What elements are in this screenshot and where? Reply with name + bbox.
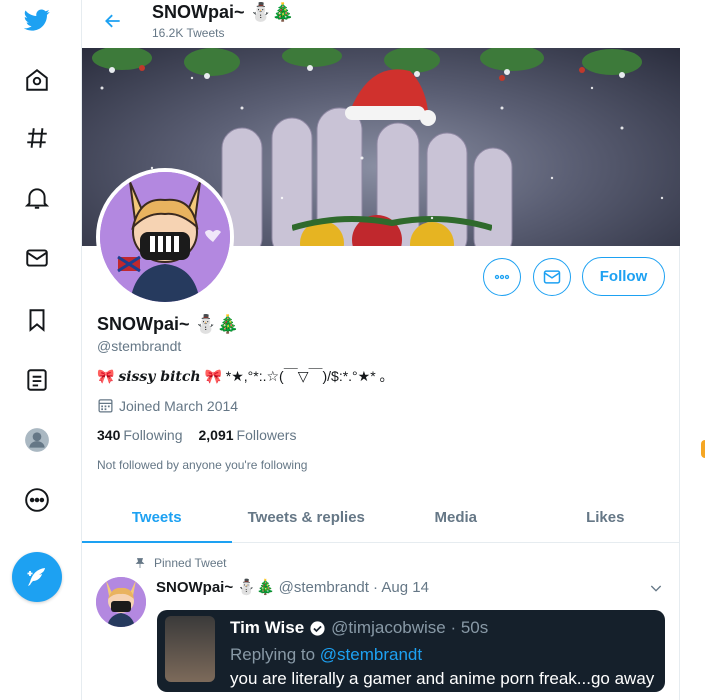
tweet-author-handle-date[interactable]: @stembrandt · Aug 14 — [279, 579, 429, 596]
followers-count: 2,091 — [198, 427, 234, 443]
home-icon[interactable] — [17, 60, 57, 100]
left-nav-rail — [0, 0, 82, 700]
tab-tweets[interactable]: Tweets — [82, 493, 232, 543]
replying-to-handle: @stembrandt — [319, 645, 423, 664]
bio-suffix: 🎀 *★,°*:.☆(￣▽￣)/$:*.°★* 。 — [200, 368, 394, 384]
profile-avatar[interactable] — [96, 168, 234, 306]
profile-main-column: SNOWpai~ ⛄🎄 16.2K Tweets Follow SNOWpai~… — [82, 0, 680, 700]
envelope-icon — [543, 270, 561, 284]
following-count: 340 — [97, 427, 121, 443]
ellipsis-icon — [494, 274, 510, 280]
joined-date-text: Joined March 2014 — [119, 397, 239, 414]
profile-tabs: Tweets Tweets & replies Media Likes — [82, 493, 680, 543]
quoted-author-handle-time: @timjacobwise · 50s — [331, 618, 489, 637]
avatar-illustration — [100, 172, 230, 302]
following-label: Following — [123, 427, 183, 443]
follow-button[interactable]: Follow — [582, 257, 665, 296]
joined-date: Joined March 2014 — [97, 397, 238, 414]
verified-badge-icon — [310, 620, 325, 636]
followers-link[interactable]: 2,091 Followers — [199, 427, 297, 443]
notifications-bell-icon[interactable] — [17, 178, 57, 218]
back-arrow-icon — [105, 14, 120, 28]
bio-fancy-text: sissy bitch — [118, 369, 201, 385]
pinned-tweet-label: Pinned Tweet — [134, 556, 227, 570]
header-tweet-count: 16.2K Tweets — [152, 26, 225, 40]
compose-feather-icon — [27, 568, 45, 586]
profile-handle: @stembrandt — [97, 338, 182, 354]
more-icon[interactable] — [17, 480, 57, 520]
quoted-author-avatar — [165, 616, 215, 682]
tweet-header: SNOWpai~ ⛄🎄 @stembrandt · Aug 14 — [156, 578, 429, 597]
bookmarks-icon[interactable] — [17, 300, 57, 340]
quoted-tweet-image[interactable]: Tim Wise @timjacobwise · 50s Replying to… — [157, 610, 665, 692]
profile-bio: 🎀 sissy bitch 🎀 *★,°*:.☆(￣▽￣)/$:*.°★* 。 — [97, 366, 394, 386]
lists-icon[interactable] — [17, 360, 57, 400]
followers-label: Followers — [236, 427, 297, 443]
profile-icon[interactable] — [17, 420, 57, 460]
tweet-author-name[interactable]: SNOWpai~ ⛄🎄 — [156, 578, 275, 596]
twitter-logo-icon[interactable] — [17, 0, 57, 40]
quoted-tweet-text: you are literally a gamer and anime porn… — [230, 669, 655, 688]
pinned-tweet-text: Pinned Tweet — [154, 556, 227, 570]
profile-display-name: SNOWpai~ ⛄🎄 — [97, 314, 240, 334]
calendar-icon — [98, 399, 113, 413]
quoted-reply-context: Replying to @stembrandt — [230, 645, 422, 665]
more-options-button[interactable] — [483, 258, 521, 296]
explore-hashtag-icon[interactable] — [17, 118, 57, 158]
mutual-followers-note: Not followed by anyone you're following — [97, 458, 308, 472]
quoted-tweet-header: Tim Wise @timjacobwise · 50s — [230, 618, 488, 638]
messages-envelope-icon[interactable] — [17, 238, 57, 278]
header-display-name: SNOWpai~ ⛄🎄 — [152, 2, 295, 22]
replying-prefix: Replying to — [230, 645, 320, 664]
avatar-illustration-small — [96, 577, 146, 627]
message-button[interactable] — [533, 258, 571, 296]
tab-tweets-and-replies[interactable]: Tweets & replies — [232, 493, 382, 542]
compose-tweet-button[interactable] — [12, 552, 62, 602]
profile-header-bar: SNOWpai~ ⛄🎄 16.2K Tweets — [82, 0, 680, 48]
right-sidebar-edge — [681, 0, 705, 700]
following-link[interactable]: 340 Following — [97, 427, 183, 443]
bio-prefix: 🎀 — [97, 368, 119, 384]
tab-likes[interactable]: Likes — [531, 493, 681, 542]
tab-media[interactable]: Media — [381, 493, 531, 542]
quoted-author-name: Tim Wise — [230, 618, 305, 637]
back-button[interactable] — [100, 8, 126, 34]
chevron-down-icon[interactable] — [648, 580, 664, 596]
tweet-author-avatar[interactable] — [96, 577, 146, 627]
follow-stats: 340 Following 2,091 Followers — [97, 427, 296, 443]
sidebar-partial-element — [701, 440, 705, 458]
pin-icon — [135, 558, 145, 568]
